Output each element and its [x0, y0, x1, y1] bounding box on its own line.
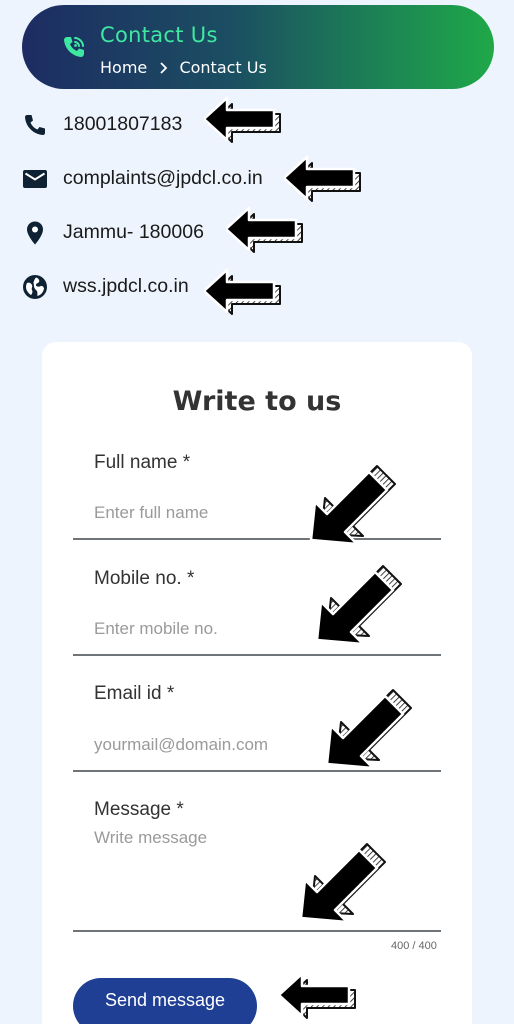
phone-wifi-icon	[64, 37, 84, 57]
contact-phone-text[interactable]: 18001807183	[63, 113, 182, 136]
contact-location-text: Jammu- 180006	[63, 221, 204, 243]
mobile-label: Mobile no. *	[94, 568, 195, 589]
annotation-arrow-icon	[204, 96, 282, 144]
form-title: Write to us	[172, 386, 342, 417]
annotation-arrow-icon	[299, 842, 387, 924]
phone-icon	[25, 115, 45, 135]
chevron-right-icon	[160, 61, 168, 74]
annotation-arrow-icon	[325, 688, 413, 770]
email-label: Email id *	[94, 683, 175, 704]
full-name-label: Full name *	[94, 452, 191, 473]
annotation-arrow-icon	[204, 268, 282, 316]
breadcrumb: Home Contact Us	[100, 57, 267, 77]
contact-website-text[interactable]: wss.jpdcl.co.in	[63, 275, 189, 298]
annotation-arrow-icon	[226, 206, 304, 254]
page-header: Contact Us Home Contact Us	[22, 5, 494, 89]
annotation-arrow-icon	[315, 564, 403, 646]
annotation-arrow-icon	[309, 464, 397, 546]
contact-email-text[interactable]: complaints@jpdcl.co.in	[63, 167, 263, 190]
breadcrumb-current: Contact Us	[179, 58, 267, 77]
message-label: Message *	[94, 799, 184, 820]
send-message-button[interactable]: Send message	[73, 978, 257, 1024]
annotation-arrow-icon	[277, 972, 357, 1020]
breadcrumb-home-link[interactable]: Home	[100, 58, 147, 77]
message-char-counter: 400 / 400	[391, 940, 437, 952]
contact-form-card: Write to us Full name * Mobile no. * Ema…	[42, 342, 472, 1024]
email-icon	[23, 170, 47, 188]
contact-page: Contact Us Home Contact Us 18001807183 c…	[0, 0, 514, 1024]
location-pin-icon	[27, 221, 43, 245]
page-title: Contact Us	[100, 23, 218, 47]
annotation-arrow-icon	[284, 155, 362, 203]
globe-icon	[23, 275, 47, 299]
